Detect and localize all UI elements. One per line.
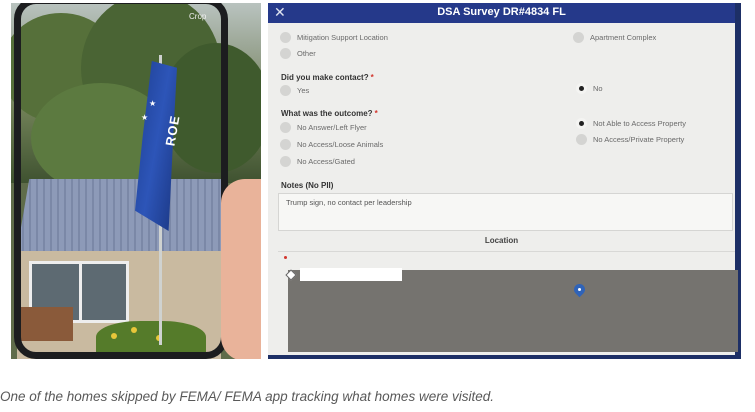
option-label: No Access/Private Property xyxy=(593,135,685,144)
option-label: Yes xyxy=(297,86,310,95)
radio-option-not-able-to-access[interactable]: Not Able to Access Property xyxy=(576,118,686,129)
outcome-question: What was the outcome? * xyxy=(281,109,378,118)
location-label: Location xyxy=(484,236,519,245)
notes-value: Trump sign, no contact per leadership xyxy=(286,198,412,207)
redacted-address xyxy=(300,268,402,281)
option-label: Mitigation Support Location xyxy=(297,33,388,42)
radio-button[interactable] xyxy=(280,122,291,133)
option-label: Other xyxy=(297,49,316,58)
radio-option-loose-animals[interactable]: No Access/Loose Animals xyxy=(280,139,383,150)
required-mark: * xyxy=(374,109,378,118)
radio-button-selected[interactable] xyxy=(576,118,587,129)
radio-button[interactable] xyxy=(280,156,291,167)
radio-button[interactable] xyxy=(573,32,584,43)
radio-option-yes[interactable]: Yes xyxy=(280,85,309,96)
location-map[interactable] xyxy=(288,270,738,352)
option-label: No Answer/Left Flyer xyxy=(297,123,367,132)
option-label: No xyxy=(593,84,603,93)
radio-option-gated[interactable]: No Access/Gated xyxy=(280,156,355,167)
radio-button[interactable] xyxy=(280,32,291,43)
divider xyxy=(278,251,735,252)
radio-option-no-answer[interactable]: No Answer/Left Flyer xyxy=(280,122,367,133)
radio-button[interactable] xyxy=(280,48,291,59)
crop-button[interactable]: Crop xyxy=(189,12,206,21)
question-label: What was the outcome? xyxy=(281,109,373,118)
survey-screen: ✕ DSA Survey DR#4834 FL Mitigation Suppo… xyxy=(268,3,738,355)
question-label: Did you make contact? xyxy=(281,73,369,82)
radio-button-selected[interactable] xyxy=(576,83,587,94)
contact-question: Did you make contact? * xyxy=(281,73,374,82)
survey-title: DSA Survey DR#4834 FL xyxy=(437,6,566,18)
radio-button[interactable] xyxy=(576,134,587,145)
house-photo: ★ ★ ROE Crop xyxy=(11,3,261,359)
radio-option-apartment-complex[interactable]: Apartment Complex xyxy=(573,32,656,43)
option-label: No Access/Loose Animals xyxy=(297,140,384,149)
radio-option-no[interactable]: No xyxy=(576,83,603,94)
option-label: Not Able to Access Property xyxy=(593,119,686,128)
required-indicator xyxy=(284,256,287,259)
option-label: No Access/Gated xyxy=(297,157,355,166)
survey-tablet-photo: ✕ DSA Survey DR#4834 FL Mitigation Suppo… xyxy=(268,3,741,359)
map-pin-dot xyxy=(578,288,581,291)
option-label: Apartment Complex xyxy=(590,33,657,42)
radio-option-other[interactable]: Other xyxy=(280,48,316,59)
radio-option-mitigation-support[interactable]: Mitigation Support Location xyxy=(280,32,388,43)
notes-label: Notes (No PII) xyxy=(281,181,334,190)
phone-frame xyxy=(14,3,228,359)
required-mark: * xyxy=(370,73,374,82)
image-caption: One of the homes skipped by FEMA/ FEMA a… xyxy=(0,389,494,404)
hand xyxy=(221,179,261,359)
radio-button[interactable] xyxy=(280,85,291,96)
radio-button[interactable] xyxy=(280,139,291,150)
radio-option-private-property[interactable]: No Access/Private Property xyxy=(576,134,684,145)
title-bar: ✕ DSA Survey DR#4834 FL xyxy=(268,3,735,23)
